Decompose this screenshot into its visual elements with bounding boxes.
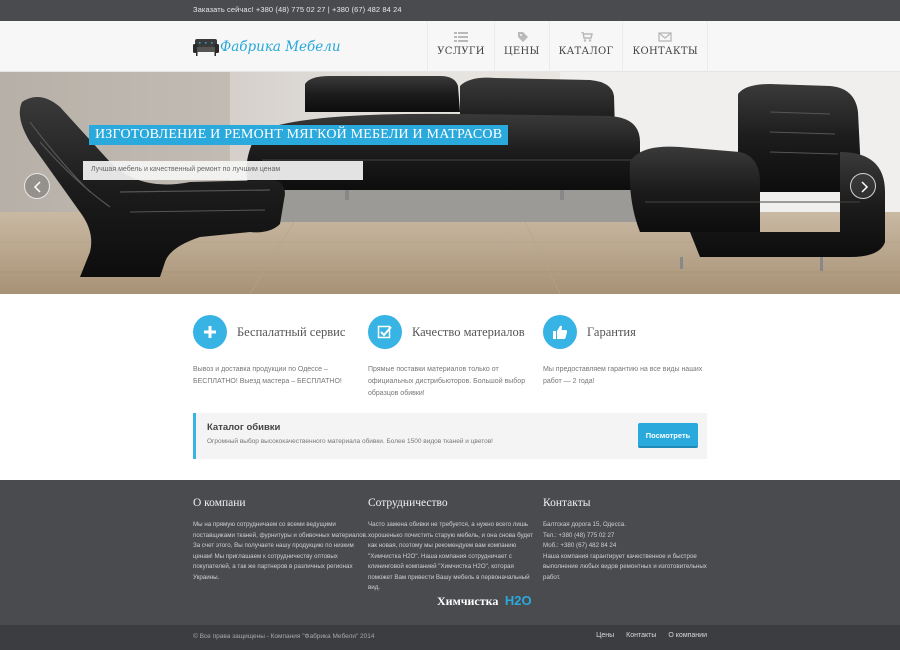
top-bar: Заказать сейчас! +380 (48) 775 02 27 | +… xyxy=(0,0,900,21)
footer-text-line: Тел.: +380 (48) 775 02 27 xyxy=(543,531,615,539)
feature-text: Вывоз и доставка продукции по Одессе – Б… xyxy=(193,366,342,385)
footer-heading: Сотрудничество xyxy=(368,497,448,509)
footer-text-line: покупателей, а так же партнеров в различ… xyxy=(193,563,353,570)
footer-text-line: Наша компания гарантирует качественное и… xyxy=(543,552,697,560)
footer-text-line: Балтская дорога 15, Одесса. xyxy=(543,521,626,528)
nav-label: КАТАЛОГ xyxy=(558,46,614,57)
footer-text-line: ценам! Мы приглашаем к сотрудничеству оп… xyxy=(193,552,338,560)
bottom-bar: © Все права защищены - Компания "Фабрика… xyxy=(0,625,900,650)
slider-next-button[interactable] xyxy=(850,173,876,199)
footer-text-line: поставщиками тканей, фурнитуры и обивочн… xyxy=(193,531,368,539)
catalog-title: Каталог обивки xyxy=(207,422,281,433)
footer-contacts: Контакты Балтская дорога 15, Одесса. Тел… xyxy=(543,497,711,583)
nav-item-services[interactable]: УСЛУГИ xyxy=(427,21,494,72)
bottom-link-prices[interactable]: Цены xyxy=(596,632,614,639)
phone-numbers: Заказать сейчас! +380 (48) 775 02 27 | +… xyxy=(193,5,402,14)
footer-text-line: Моб.: +380 (67) 482 84 24 xyxy=(543,542,617,549)
bottom-link-contacts[interactable]: Контакты xyxy=(626,632,656,639)
footer-text-line: "Химчистка H2O". Наша компания сотруднич… xyxy=(368,552,512,560)
footer-text-line: хорошенько почистить старую мебель, и он… xyxy=(368,531,534,539)
copyright: © Все права защищены - Компания "Фабрика… xyxy=(193,633,375,640)
nav-label: УСЛУГИ xyxy=(437,46,485,57)
feature-text: Прямые поставки материалов только от офи… xyxy=(368,366,526,397)
feature-title: Гарантия xyxy=(587,325,636,339)
nav-item-contacts[interactable]: КОНТАКТЫ xyxy=(622,21,708,72)
h2o-partner-logo[interactable]: Химчистка H2O xyxy=(437,592,532,610)
footer: О компани Мы на прямую сотрудничаем со в… xyxy=(0,480,900,625)
hero-slider: ИЗГОТОВЛЕНИЕ И РЕМОНТ МЯГКОЙ МЕБЕЛИ И МА… xyxy=(0,72,900,294)
footer-heading: Контакты xyxy=(543,497,591,509)
nav-label: КОНТАКТЫ xyxy=(632,46,698,57)
footer-heading: О компани xyxy=(193,497,246,509)
footer-text-line: поможет Вам привести Вашу мебель в перво… xyxy=(368,573,530,581)
feature-title: Беспалатный сервис xyxy=(237,325,346,339)
feature-text: Мы предоставляем гарантию на все виды на… xyxy=(543,366,703,385)
thumbs-up-icon xyxy=(553,325,568,339)
sofa-logo-icon xyxy=(193,39,219,56)
h2o-logo-text: Химчистка xyxy=(437,594,499,608)
view-catalog-button[interactable]: Посмотреть xyxy=(638,423,698,448)
logo-text: Фабрика Мебели xyxy=(220,39,341,55)
slider-prev-button[interactable] xyxy=(24,173,50,199)
footer-text-line: работ. xyxy=(543,573,561,581)
feature-icon-circle xyxy=(543,315,577,349)
catalog-callout: Каталог обивки Огромный выбор высококаче… xyxy=(193,413,707,459)
plus-icon xyxy=(204,326,216,338)
envelope-icon xyxy=(658,32,672,42)
nav-label: ЦЕНЫ xyxy=(503,46,540,57)
nav-item-prices[interactable]: ЦЕНЫ xyxy=(493,21,549,72)
footer-text-line: Мы на прямую сотрудничаем со всеми ведущ… xyxy=(193,521,336,528)
header: Фабрика Мебели УСЛУГИ ЦЕНЫ КАТАЛОГ КОНТА… xyxy=(0,21,900,72)
nav-item-catalog[interactable]: КАТАЛОГ xyxy=(548,21,623,72)
check-icon xyxy=(377,325,392,339)
cart-icon xyxy=(581,32,593,42)
feature-title: Качество материалов xyxy=(412,325,525,339)
footer-partners: Сотрудничество Часто замена обивки не тр… xyxy=(368,497,536,594)
chevron-left-icon xyxy=(33,181,41,193)
tags-icon xyxy=(517,32,528,42)
footer-text-line: как новая, поэтому мы рекомендуем вам ко… xyxy=(368,542,517,549)
footer-text-line: Часто замена обивки не требуется, а нужн… xyxy=(368,521,529,528)
bottom-link-about[interactable]: О компании xyxy=(668,632,707,639)
catalog-text: Огромный выбор высококачественного матер… xyxy=(207,438,493,445)
feature-icon-circle xyxy=(193,315,227,349)
footer-text-line: За счет этого, Вы получаете нашу продукц… xyxy=(193,542,354,549)
h2o-logo-mark: H2O xyxy=(504,593,532,608)
hero-furniture-image xyxy=(0,72,900,294)
footer-text-line: клининговой компанией "Химчистка H2O", к… xyxy=(368,563,514,570)
feature-icon-circle xyxy=(368,315,402,349)
footer-text-line: выполнение любых видов ремонтных и изгот… xyxy=(543,563,707,570)
footer-about: О компани Мы на прямую сотрудничаем со в… xyxy=(193,497,368,583)
list-icon xyxy=(454,32,469,42)
chevron-right-icon xyxy=(861,181,869,193)
hero-title: ИЗГОТОВЛЕНИЕ И РЕМОНТ МЯГКОЙ МЕБЕЛИ И МА… xyxy=(89,125,509,145)
footer-text-line: Украины. xyxy=(193,573,220,581)
main-nav: УСЛУГИ ЦЕНЫ КАТАЛОГ КОНТАКТЫ xyxy=(427,21,708,72)
hero-subtitle: Лучшая мебель и качественный ремонт по л… xyxy=(83,161,363,180)
bottom-links: Цены Контакты О компании xyxy=(596,632,707,639)
